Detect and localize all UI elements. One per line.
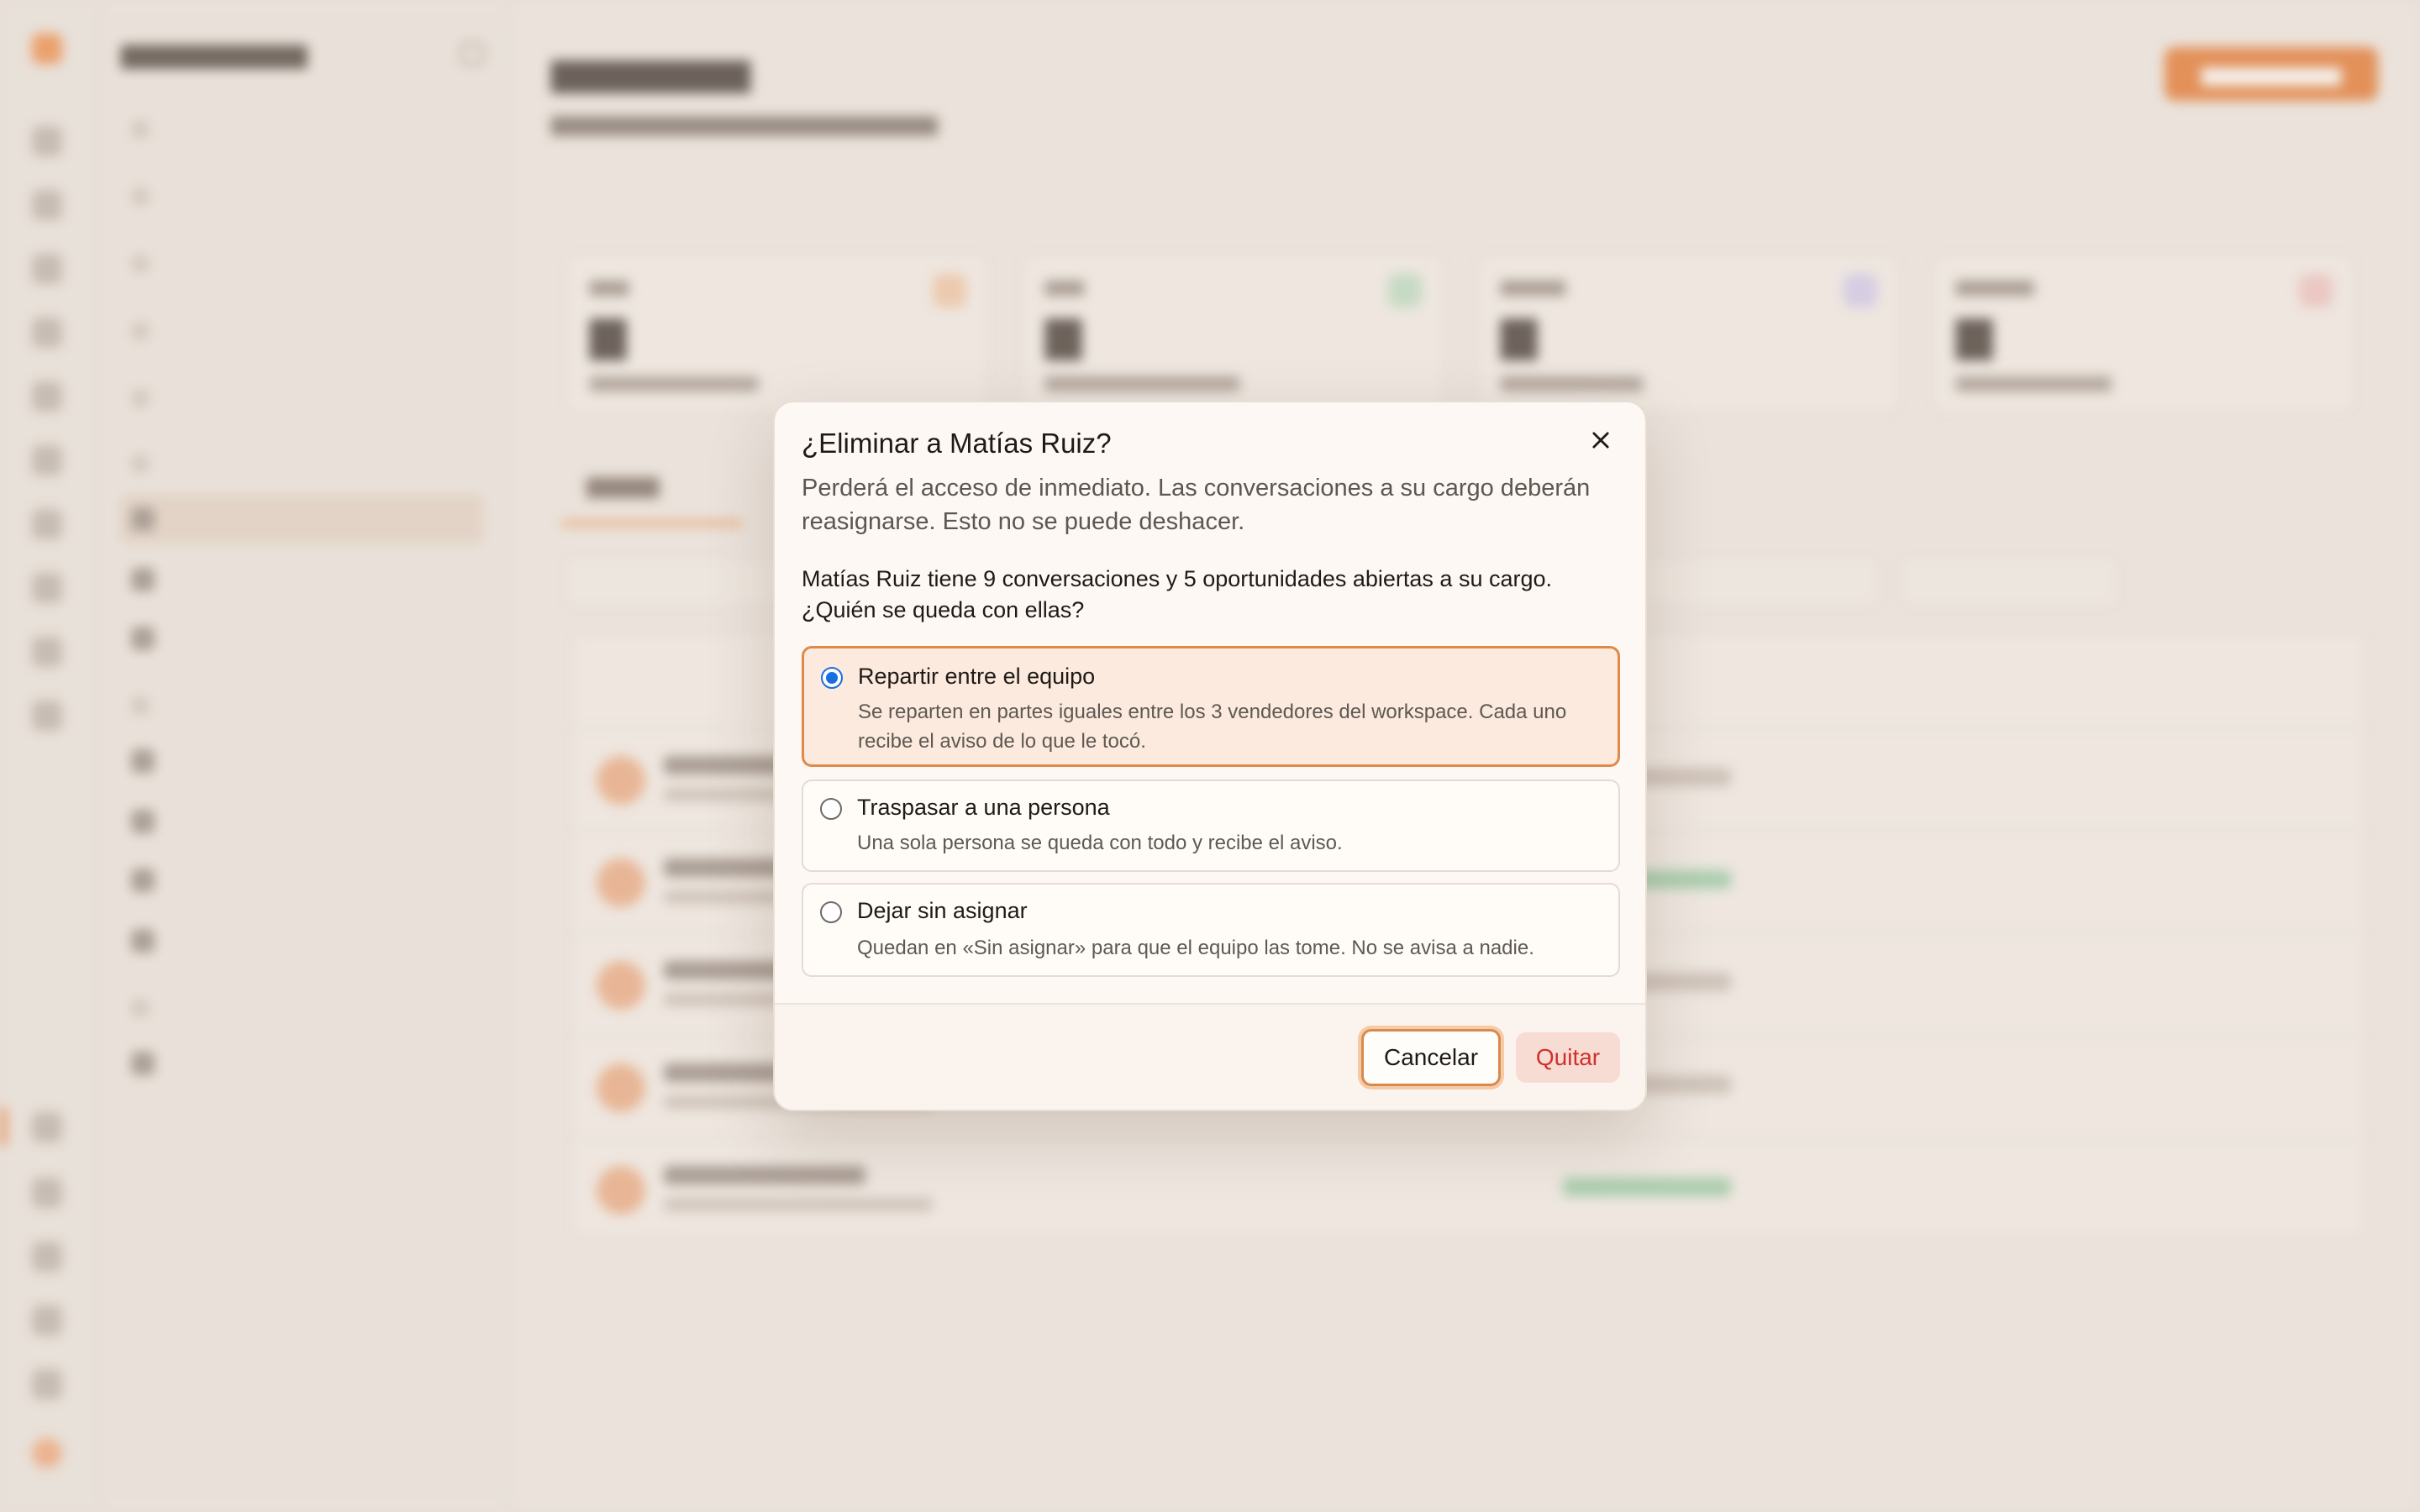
option-title: Dejar sin asignar [857, 898, 1028, 923]
remove-button[interactable]: Quitar [1516, 1032, 1620, 1083]
dialog-title: ¿Eliminar a Matías Ruiz? [802, 428, 1112, 459]
option-distribute-team[interactable]: Repartir entre el equipo Se reparten en … [802, 646, 1620, 767]
radio-selected[interactable] [821, 667, 843, 689]
dialog-question: Matías Ruiz tiene 9 conversaciones y 5 o… [802, 564, 1617, 626]
option-description: Se reparten en partes iguales entre los … [858, 701, 1567, 753]
radio-unselected[interactable] [820, 901, 842, 923]
question-line: ¿Quién se queda con ellas? [802, 597, 1085, 622]
option-description: Una sola persona se queda con todo y rec… [857, 832, 1343, 854]
option-transfer-person[interactable]: Traspasar a una persona Una sola persona… [802, 780, 1620, 872]
dialog-footer [775, 1003, 1645, 1110]
option-title: Repartir entre el equipo [858, 664, 1096, 689]
dialog-description: Perderá el acceso de inmediato. Las conv… [802, 475, 1591, 535]
delete-user-dialog: ¿Eliminar a Matías Ruiz? Perderá el acce… [773, 401, 1647, 1111]
cancel-button[interactable]: Cancelar [1361, 1029, 1501, 1086]
radio-unselected[interactable] [820, 798, 842, 820]
close-button[interactable] [1581, 421, 1620, 459]
option-title: Traspasar a una persona [857, 795, 1110, 820]
option-description: Quedan en «Sin asignar» para que el equi… [857, 937, 1534, 959]
close-icon [1592, 432, 1609, 449]
question-line: Matías Ruiz tiene 9 conversaciones y 5 o… [802, 566, 1553, 591]
option-leave-unassigned[interactable]: Dejar sin asignar Quedan en «Sin asignar… [802, 883, 1620, 977]
